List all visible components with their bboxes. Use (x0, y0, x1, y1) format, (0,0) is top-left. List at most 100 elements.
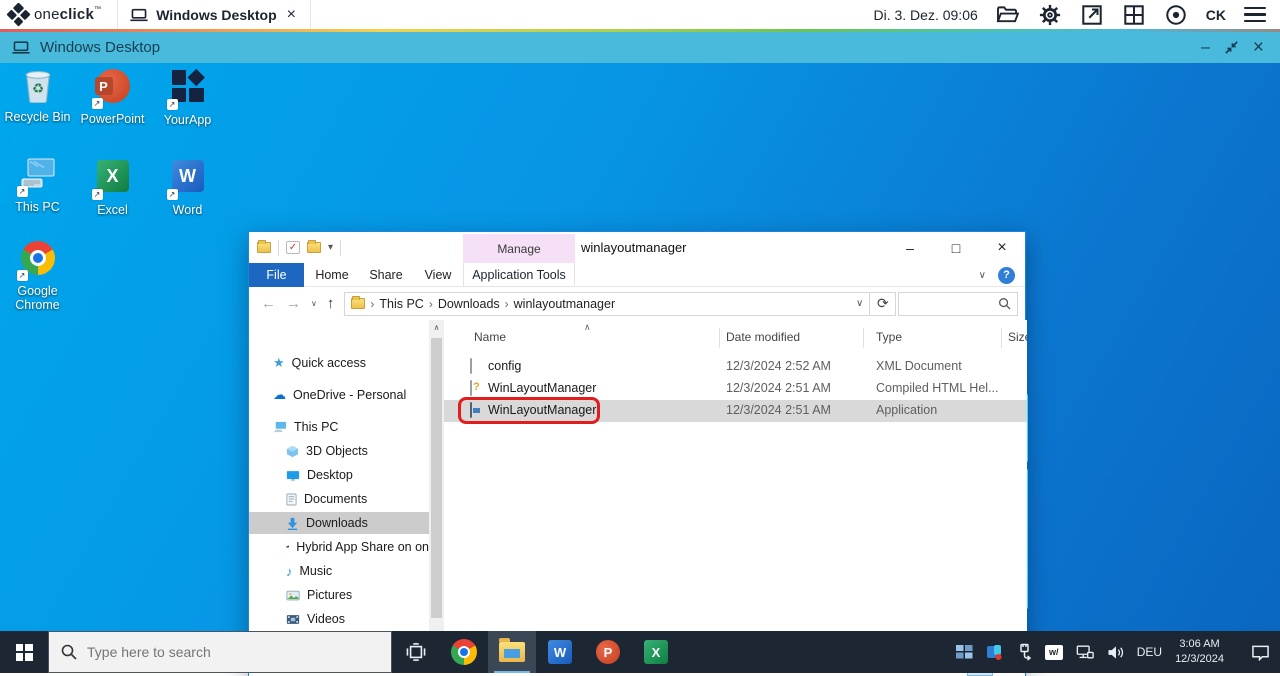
help-button[interactable]: ? (998, 267, 1015, 284)
tray-grid-icon[interactable] (956, 645, 973, 659)
sidebar-item-label: Quick access (292, 356, 366, 370)
recent-locations-caret-icon[interactable]: ∨ (311, 299, 317, 308)
taskbar-file-explorer-button[interactable] (488, 631, 536, 673)
tab-close-icon[interactable]: × (285, 7, 298, 23)
start-button[interactable] (0, 631, 48, 673)
tab-file[interactable]: File (249, 263, 304, 287)
sidebar-item-quick-access[interactable]: ★ Quick access (249, 352, 429, 374)
desktop-icon-yourapp[interactable]: ↗ YourApp (150, 67, 225, 127)
language-indicator[interactable]: DEU (1137, 645, 1162, 659)
qat-customize-caret-icon[interactable]: ▾ (328, 242, 333, 253)
file-row-winlayoutmanager-help[interactable]: ? WinLayoutManager 12/3/2024 2:51 AM Com… (444, 378, 1027, 400)
sidebar-item-documents[interactable]: Documents (249, 488, 429, 510)
forward-button[interactable]: → (286, 295, 301, 312)
tray-usb-icon[interactable] (1017, 643, 1032, 661)
tab-view[interactable]: View (415, 263, 461, 287)
session-close-icon[interactable]: × (1253, 38, 1264, 57)
session-restore-icon[interactable] (1224, 40, 1239, 55)
excel-icon: X (97, 160, 129, 192)
sidebar-item-downloads[interactable]: Downloads (249, 512, 429, 534)
tray-app-icon[interactable] (986, 644, 1004, 661)
file-row-config[interactable]: config 12/3/2024 2:52 AM XML Document (444, 356, 1027, 378)
scroll-up-icon[interactable]: ∧ (429, 320, 444, 335)
taskbar-chrome-button[interactable] (440, 631, 488, 673)
breadcrumb-downloads[interactable]: Downloads (438, 297, 500, 311)
user-initials[interactable]: CK (1206, 7, 1226, 23)
tray-speaker-icon[interactable] (1107, 645, 1124, 660)
clock[interactable]: 3:06 AM 12/3/2024 (1175, 637, 1224, 667)
desktop-icon-recycle-bin[interactable]: ♻ Recycle Bin (0, 67, 75, 124)
session-tab[interactable]: Windows Desktop × (117, 0, 311, 29)
session-tab-label: Windows Desktop (156, 7, 276, 23)
tab-share[interactable]: Share (361, 263, 411, 287)
record-icon[interactable] (1164, 3, 1188, 27)
sidebar-item-label: Hybrid App Share on on (296, 540, 429, 554)
tray-w-badge-icon[interactable]: w/ (1045, 645, 1063, 660)
desktop-icon-this-pc[interactable]: ↗ This PC (0, 157, 75, 214)
column-header-name[interactable]: Name (474, 330, 506, 344)
desktop-icon-label: YourApp (150, 113, 225, 127)
close-button[interactable]: × (979, 232, 1025, 263)
sidebar-item-this-pc[interactable]: This PC (249, 416, 429, 438)
desktop-icon-google-chrome[interactable]: ↗ Google Chrome (0, 239, 75, 313)
explorer-search-input[interactable] (899, 293, 998, 315)
minimize-button[interactable]: – (887, 232, 933, 263)
file-row-winlayoutmanager-app-selected[interactable]: WinLayoutManager 12/3/2024 2:51 AM Appli… (444, 400, 1027, 422)
fullscreen-icon[interactable] (1080, 3, 1104, 27)
column-header-type[interactable]: Type (876, 330, 902, 344)
breadcrumb-this-pc[interactable]: This PC (379, 297, 423, 311)
taskbar-search-input[interactable] (87, 644, 347, 660)
search-icon (61, 644, 77, 660)
desktop-icon-excel[interactable]: X↗ Excel (75, 157, 150, 217)
manage-contextual-header[interactable]: Manage (463, 234, 575, 263)
system-tray: w/ DEU 3:06 AM 12/3/2024 (956, 631, 1280, 673)
tab-application-tools[interactable]: Application Tools (463, 263, 575, 287)
sidebar-item-videos[interactable]: Videos (249, 608, 429, 630)
powerpoint-icon: P (596, 640, 620, 664)
menu-hamburger-icon[interactable] (1244, 7, 1266, 23)
refresh-button[interactable]: ⟳ (870, 292, 896, 316)
address-bar: ← → ∨ ↑ › This PC › Downloads › winlayou… (249, 287, 1025, 320)
taskbar-search[interactable] (48, 631, 392, 673)
desktop-icon-word[interactable]: W↗ Word (150, 157, 225, 217)
qat-new-folder-icon[interactable] (307, 242, 321, 253)
maximize-button[interactable]: □ (933, 232, 979, 263)
back-button[interactable]: ← (261, 295, 276, 312)
explorer-search-box[interactable] (898, 292, 1018, 316)
recycle-bin-icon: ♻ (21, 67, 55, 103)
sidebar-item-pictures[interactable]: Pictures (249, 584, 429, 606)
desktop-icon-powerpoint[interactable]: P↗ PowerPoint (75, 67, 150, 126)
sidebar-item-3d-objects[interactable]: 3D Objects (249, 440, 429, 462)
xml-file-icon (470, 359, 484, 375)
settings-gear-icon[interactable] (1038, 3, 1062, 27)
taskbar-powerpoint-button[interactable]: P (584, 631, 632, 673)
column-header-date-modified[interactable]: Date modified (726, 330, 800, 344)
address-dropdown-icon[interactable]: ∨ (856, 298, 863, 309)
up-button[interactable]: ↑ (327, 295, 335, 312)
sidebar-item-desktop[interactable]: Desktop (249, 464, 429, 486)
qat-properties-icon[interactable]: ✓ (286, 241, 300, 254)
cube-icon (286, 445, 299, 458)
tray-network-icon[interactable] (1076, 644, 1094, 660)
breadcrumb[interactable]: › This PC › Downloads › winlayoutmanager… (344, 292, 870, 316)
sidebar-item-hybrid-app-share[interactable]: Hybrid App Share on on (249, 536, 429, 558)
sidebar-item-label: 3D Objects (306, 444, 368, 458)
column-header-size[interactable]: Size (1008, 330, 1027, 344)
window-layout-icon[interactable] (1122, 3, 1146, 27)
sidebar-item-onedrive[interactable]: ☁ OneDrive - Personal (249, 384, 429, 406)
files-icon[interactable] (996, 3, 1020, 27)
scrollbar-thumb[interactable] (431, 338, 442, 618)
chevron-right-icon: › (429, 297, 433, 311)
sidebar-item-music[interactable]: ♪ Music (249, 560, 429, 582)
expand-ribbon-icon[interactable]: ∨ (979, 270, 986, 281)
taskbar-word-button[interactable]: W (536, 631, 584, 673)
action-center-icon[interactable] (1251, 644, 1270, 661)
task-view-button[interactable] (392, 631, 440, 673)
column-headers: ∧ Name Date modified Type Size (444, 326, 1027, 350)
taskbar-excel-button[interactable]: X (632, 631, 680, 673)
breadcrumb-winlayoutmanager[interactable]: winlayoutmanager (514, 297, 615, 311)
navigation-scrollbar[interactable]: ∧ ∨ (429, 320, 444, 655)
explorer-title-bar: ✓ ▾ Manage winlayoutmanager – □ × (249, 232, 1025, 263)
tab-home[interactable]: Home (307, 263, 357, 287)
session-minimize-icon[interactable]: – (1201, 40, 1210, 56)
